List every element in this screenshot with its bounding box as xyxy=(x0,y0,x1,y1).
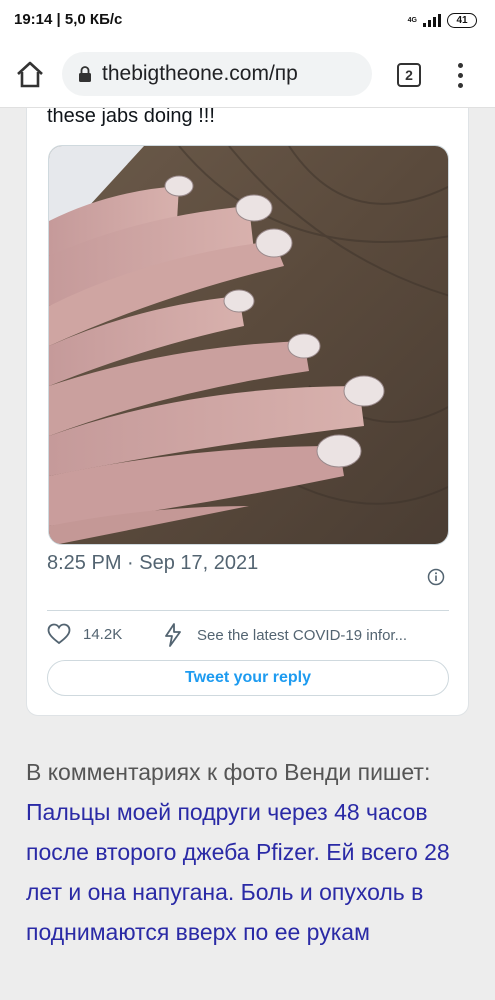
article-intro: В комментариях к фото Венди пишет: xyxy=(26,759,431,785)
tab-switcher-button[interactable]: 2 xyxy=(397,63,421,87)
info-icon[interactable] xyxy=(427,568,445,586)
url-bar[interactable]: thebigtheone.com/пр xyxy=(62,52,372,96)
like-count: 14.2K xyxy=(83,625,123,643)
bolt-icon xyxy=(165,623,181,647)
tweet-timestamp[interactable]: 8:25 PM · Sep 17, 2021 xyxy=(47,548,377,578)
battery-level: 41 xyxy=(456,14,468,26)
lock-icon[interactable] xyxy=(76,65,94,83)
tweet-photo[interactable] xyxy=(48,145,449,545)
article-quote-link[interactable]: Пальцы моей подруги через 48 часов после… xyxy=(26,799,450,945)
article-paragraph: В комментариях к фото Венди пишет: Пальц… xyxy=(26,752,476,952)
tweet-divider xyxy=(47,610,449,611)
more-vert-icon[interactable] xyxy=(450,60,470,90)
like-button[interactable]: 14.2K xyxy=(47,623,122,645)
status-bar: 19:14 | 5,0 КБ/с 4G 41 xyxy=(0,0,495,40)
status-icons: 4G 41 xyxy=(408,10,477,30)
network-type: 4G xyxy=(408,17,417,24)
tweet-text: these jabs doing !!! xyxy=(47,105,215,127)
network-type-label: 4G xyxy=(407,16,417,24)
home-icon[interactable] xyxy=(14,59,46,91)
battery-icon: 41 xyxy=(447,12,477,28)
covid-info-link[interactable]: See the latest COVID-19 infor... xyxy=(197,627,407,644)
tweet-reply-button[interactable]: Tweet your reply xyxy=(47,660,449,696)
heart-icon xyxy=(47,623,71,645)
embedded-tweet: these jabs doing !!! 8:25 PM · Sep 17, 2… xyxy=(26,100,469,716)
signal-icon xyxy=(423,13,441,27)
url-text: thebigtheone.com/пр xyxy=(102,62,298,85)
status-time: 19:14 | 5,0 КБ/с xyxy=(14,11,123,28)
hand-photo-image xyxy=(49,146,448,544)
browser-toolbar: thebigtheone.com/пр 2 xyxy=(0,40,495,108)
